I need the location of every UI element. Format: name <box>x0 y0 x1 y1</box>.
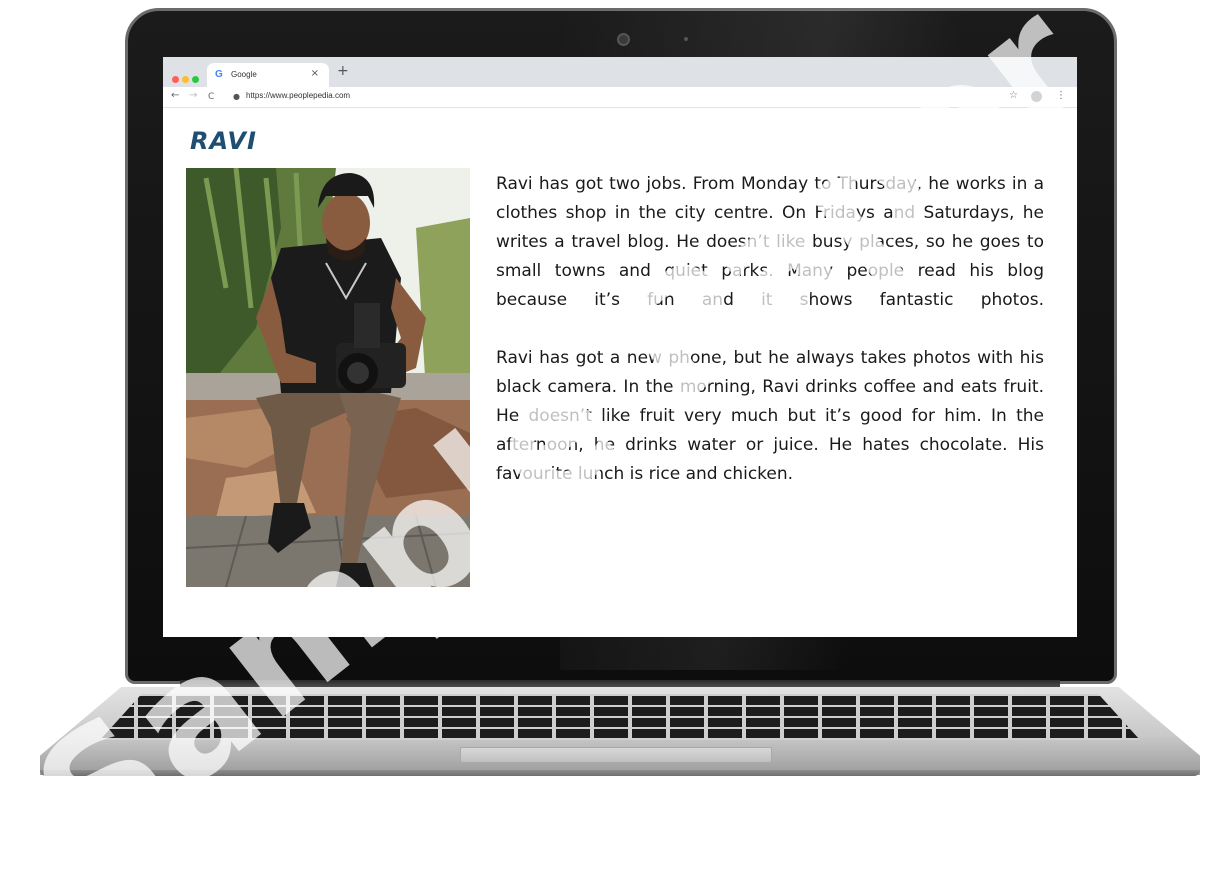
photographer-image <box>186 168 470 587</box>
minimize-window-button[interactable] <box>182 76 189 83</box>
lock-icon: ● <box>233 92 240 101</box>
browser-toolbar: ← → C ● https://www.peoplepedia.com ☆ ⋮ <box>163 87 1077 108</box>
account-icon[interactable] <box>1031 91 1042 102</box>
new-tab-button[interactable]: + <box>337 64 349 78</box>
touchpad <box>460 747 772 763</box>
browser-tab-bar: G Google × + <box>163 57 1077 87</box>
tab-title: Google <box>231 70 257 79</box>
laptop-front-edge <box>40 770 1200 776</box>
back-arrow-icon[interactable]: ← <box>171 90 179 101</box>
bookmark-star-icon[interactable]: ☆ <box>1009 90 1018 101</box>
bio-paragraph-2: Ravi has got a new phone, but he always … <box>496 348 1044 484</box>
laptop-screen: G Google × + ← → C ● https://www.peoplep… <box>163 57 1077 637</box>
bio-paragraph-1: Ravi has got two jobs. From Monday to Th… <box>496 174 1044 310</box>
browser-tab[interactable]: G Google × <box>207 63 329 87</box>
light-sensor <box>684 37 688 41</box>
address-bar[interactable]: https://www.peoplepedia.com <box>246 91 350 100</box>
maximize-window-button[interactable] <box>192 76 199 83</box>
forward-arrow-icon[interactable]: → <box>189 90 197 101</box>
menu-dots-icon[interactable]: ⋮ <box>1056 90 1066 101</box>
reload-icon[interactable]: C <box>208 92 214 102</box>
page-title: RAVI <box>190 127 257 155</box>
laptop-keyboard <box>100 694 1140 740</box>
window-controls <box>172 68 202 87</box>
photographer-photo <box>186 168 470 587</box>
close-window-button[interactable] <box>172 76 179 83</box>
tab-close-icon[interactable]: × <box>311 68 319 79</box>
bio-text: Ravi has got two jobs. From Monday to Th… <box>496 170 1044 518</box>
google-favicon-icon: G <box>215 69 223 80</box>
webcam-icon <box>617 33 630 46</box>
